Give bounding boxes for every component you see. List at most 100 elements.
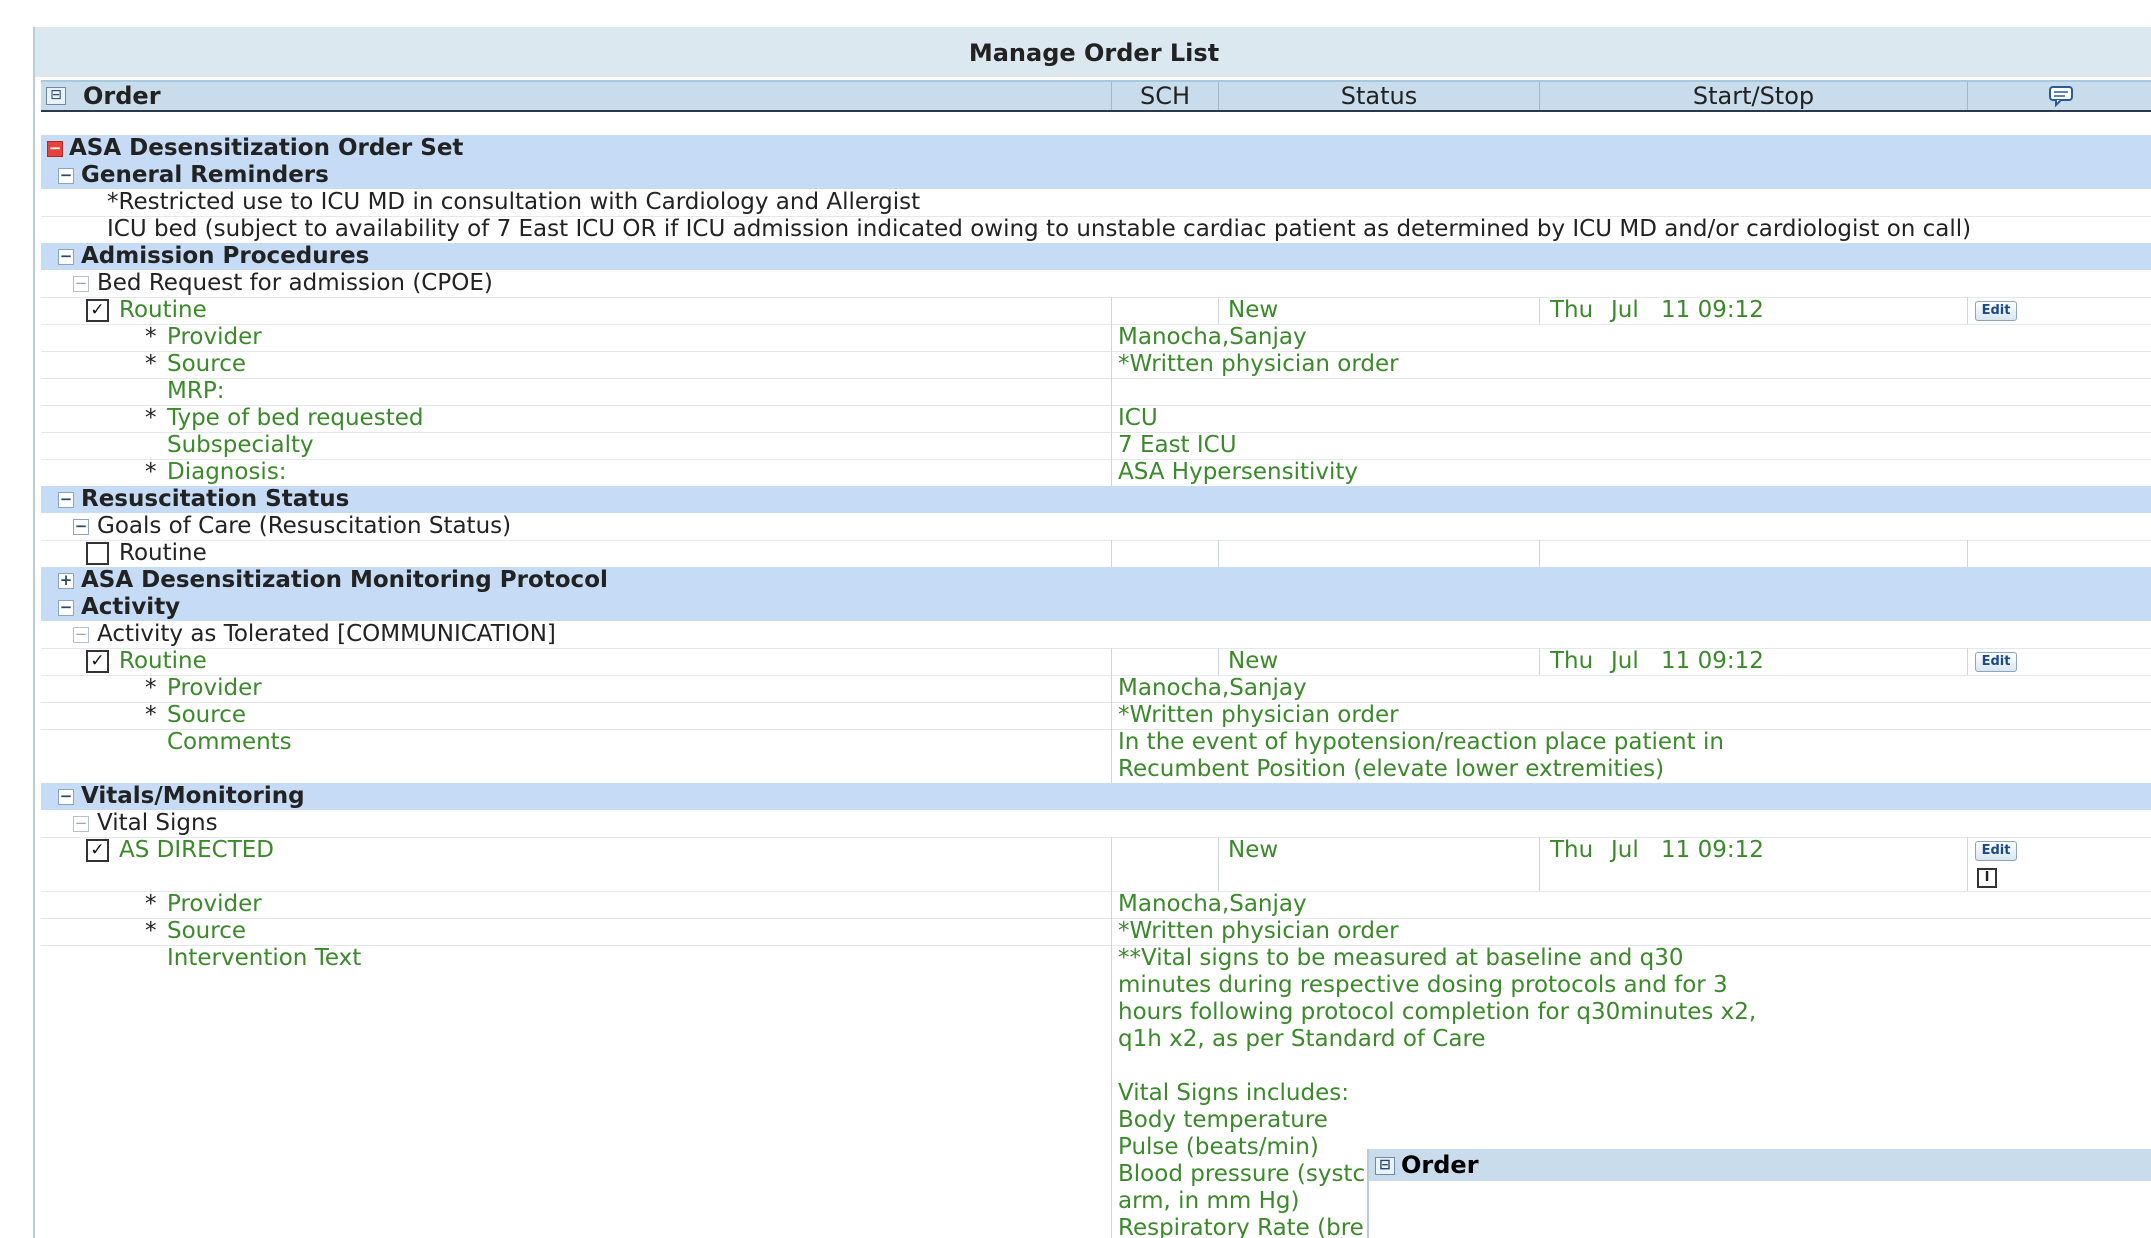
detail-value: 7 East ICU xyxy=(1118,432,1237,458)
detail-row: * Provider Manocha,Sanjay xyxy=(41,675,2151,703)
order-group-title: Vital Signs xyxy=(97,810,218,836)
order-row[interactable]: ✓ Routine New Thu Jul 11 09:12 Edit xyxy=(41,297,2151,325)
detail-label: Subspecialty xyxy=(167,432,314,458)
checkbox-empty-icon[interactable] xyxy=(86,542,109,565)
section-title: Vitals/Monitoring xyxy=(81,783,305,809)
order-row[interactable]: Routine xyxy=(41,540,2151,568)
section-row[interactable]: − General Reminders xyxy=(41,162,2151,189)
order-popup[interactable]: ⊟ Order xyxy=(1367,1149,2151,1238)
order-day: Thu xyxy=(1550,648,1594,674)
order-list: − ASA Desensitization Order Set − Genera… xyxy=(41,109,2151,1238)
detail-label: Type of bed requested xyxy=(167,405,424,431)
order-group-row[interactable]: − Bed Request for admission (CPOE) xyxy=(41,270,2151,298)
popup-collapse-icon[interactable]: ⊟ xyxy=(1375,1157,1395,1175)
checkmark-icon[interactable]: ✓ xyxy=(86,839,109,862)
order-group-row[interactable]: − Goals of Care (Resuscitation Status) xyxy=(41,513,2151,541)
popup-header[interactable]: ⊟ Order xyxy=(1369,1149,2151,1181)
expand-icon[interactable]: + xyxy=(58,573,74,589)
detail-row: * Provider Manocha,Sanjay xyxy=(41,324,2151,352)
detail-label: Source xyxy=(167,918,246,944)
header-status[interactable]: Status xyxy=(1218,82,1539,110)
collapse-icon[interactable]: − xyxy=(73,627,89,643)
detail-row: Subspecialty 7 East ICU xyxy=(41,432,2151,460)
order-row[interactable]: ✓ Routine New Thu Jul 11 09:12 Edit xyxy=(41,648,2151,676)
detail-value-line: **Vital signs to be measured at baseline… xyxy=(1118,945,1684,971)
collapse-icon[interactable]: − xyxy=(58,492,74,508)
detail-label: MRP: xyxy=(167,378,225,404)
detail-row: * Diagnosis: ASA Hypersensitivity xyxy=(41,459,2151,487)
order-label[interactable]: Routine xyxy=(119,297,207,324)
header-collapse-icon[interactable]: ⊟ xyxy=(46,87,66,105)
edit-button[interactable]: Edit xyxy=(1975,652,2017,672)
order-group-title: Activity as Tolerated [COMMUNICATION] xyxy=(97,621,556,647)
detail-label: Provider xyxy=(167,891,262,917)
detail-value-line: hours following protocol completion for … xyxy=(1118,999,1757,1025)
detail-value: *Written physician order xyxy=(1118,351,1399,377)
speech-bubble-icon xyxy=(2049,86,2073,108)
popup-title: Order xyxy=(1401,1151,1479,1179)
required-star: * xyxy=(145,459,157,485)
order-label[interactable]: Routine xyxy=(119,540,207,567)
order-group-row[interactable]: − Vital Signs xyxy=(41,810,2151,838)
detail-value-line: Blood pressure (systc xyxy=(1118,1161,1366,1187)
required-star: * xyxy=(145,405,157,431)
required-star: * xyxy=(145,891,157,917)
order-set-row[interactable]: − ASA Desensitization Order Set xyxy=(41,135,2151,162)
order-row[interactable]: ✓ AS DIRECTED New Thu Jul 11 09:12 Edit … xyxy=(41,837,2151,892)
order-status: New xyxy=(1228,297,1279,323)
detail-label: Provider xyxy=(167,324,262,350)
section-row[interactable]: − Activity xyxy=(41,594,2151,621)
checkmark-icon[interactable]: ✓ xyxy=(86,650,109,673)
detail-label: Diagnosis: xyxy=(167,459,287,485)
order-group-title: Bed Request for admission (CPOE) xyxy=(97,270,493,296)
detail-value: *Written physician order xyxy=(1118,702,1399,728)
section-row[interactable]: − Resuscitation Status xyxy=(41,486,2151,513)
detail-value-line: minutes during respective dosing protoco… xyxy=(1118,972,1728,998)
detail-row: * Provider Manocha,Sanjay xyxy=(41,891,2151,919)
detail-label: Comments xyxy=(167,729,292,755)
collapse-icon[interactable]: − xyxy=(58,249,74,265)
detail-label: Intervention Text xyxy=(167,945,362,971)
info-icon[interactable]: I xyxy=(1977,868,1997,888)
collapse-icon[interactable]: − xyxy=(58,600,74,616)
collapse-icon[interactable]: − xyxy=(73,519,89,535)
collapse-icon[interactable]: − xyxy=(58,168,74,184)
section-title: General Reminders xyxy=(81,162,329,188)
section-row[interactable]: − Admission Procedures xyxy=(41,243,2151,270)
section-row[interactable]: + ASA Desensitization Monitoring Protoco… xyxy=(41,567,2151,594)
detail-label: Source xyxy=(167,351,246,377)
order-day: Thu xyxy=(1550,297,1594,323)
required-star: * xyxy=(145,351,157,377)
detail-row: * Source *Written physician order xyxy=(41,918,2151,946)
detail-value-line: Vital Signs includes: xyxy=(1118,1080,1349,1106)
detail-value: Manocha,Sanjay xyxy=(1118,891,1307,917)
detail-value: ASA Hypersensitivity xyxy=(1118,459,1359,485)
order-date-time: 11 09:12 xyxy=(1661,648,1764,674)
manage-order-list-window: Manage Order List ⊟ Order SCH Status Sta… xyxy=(33,27,2151,1238)
order-set-title: ASA Desensitization Order Set xyxy=(69,135,464,161)
header-order[interactable]: Order xyxy=(69,82,828,110)
detail-value: ICU xyxy=(1118,405,1158,431)
section-title: Activity xyxy=(81,594,181,620)
order-day: Thu xyxy=(1550,837,1594,863)
collapse-icon[interactable]: − xyxy=(73,276,89,292)
header-sch[interactable]: SCH xyxy=(1111,82,1218,110)
detail-value: *Written physician order xyxy=(1118,918,1399,944)
order-group-title: Goals of Care (Resuscitation Status) xyxy=(97,513,512,539)
collapse-icon[interactable]: − xyxy=(73,816,89,832)
header-start-stop[interactable]: Start/Stop xyxy=(1539,82,1967,110)
header-comment[interactable] xyxy=(1967,82,2151,110)
edit-button[interactable]: Edit xyxy=(1975,841,2017,861)
order-label[interactable]: AS DIRECTED xyxy=(119,837,274,864)
checkmark-icon[interactable]: ✓ xyxy=(86,299,109,322)
collapse-icon[interactable]: − xyxy=(47,141,63,157)
detail-value-line: Pulse (beats/min) xyxy=(1118,1134,1319,1160)
required-star: * xyxy=(145,702,157,728)
section-row[interactable]: − Vitals/Monitoring xyxy=(41,783,2151,810)
order-status: New xyxy=(1228,837,1279,863)
collapse-icon[interactable]: − xyxy=(58,789,74,805)
order-group-row[interactable]: − Activity as Tolerated [COMMUNICATION] xyxy=(41,621,2151,649)
edit-button[interactable]: Edit xyxy=(1975,301,2017,321)
section-title: Admission Procedures xyxy=(81,243,370,269)
order-label[interactable]: Routine xyxy=(119,648,207,675)
